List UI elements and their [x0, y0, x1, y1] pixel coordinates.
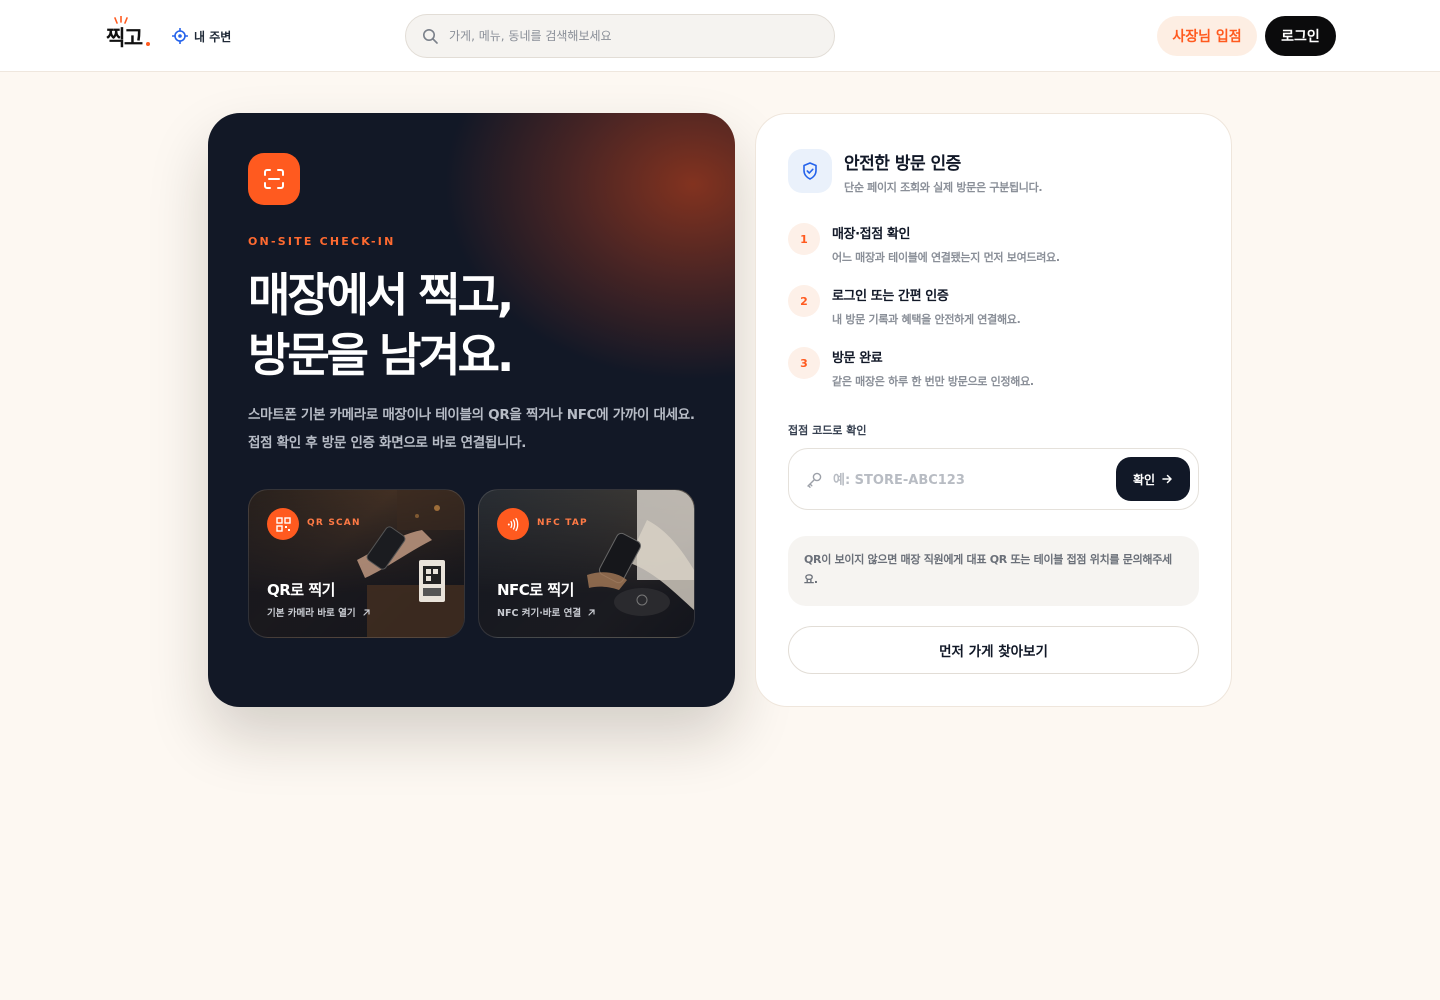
hero-title-line-1: 매장에서 찍고,	[248, 268, 514, 322]
step-description: 내 방문 기록과 혜택을 안전하게 연결해요.	[832, 313, 1021, 326]
step-title: 방문 완료	[832, 351, 883, 366]
nfc-tap-tag: NFC TAP	[537, 518, 588, 528]
login-button[interactable]: 로그인	[1265, 16, 1336, 56]
arrow-right-icon	[1162, 474, 1172, 484]
panel-subtitle: 단순 페이지 조회와 실제 방문은 구분됩니다.	[844, 181, 1043, 194]
nearby-location-button[interactable]: 내 주변	[172, 26, 231, 46]
nfc-tap-subtitle-text: NFC 켜기·바로 연결	[497, 608, 582, 619]
hero-description: 스마트폰 기본 카메라로 매장이나 테이블의 QR을 찍거나 NFC에 가까이 …	[248, 407, 695, 451]
qr-help-notice: QR이 보이지 않으면 매장 직원에게 대표 QR 또는 테이블 접점 위치를 …	[788, 536, 1199, 606]
shield-check-icon	[788, 149, 832, 193]
qr-scan-title: QR로 찍기	[267, 581, 335, 599]
scan-frame-icon	[248, 153, 300, 205]
step-description: 어느 매장과 테이블에 연결됐는지 먼저 보여드려요.	[832, 251, 1060, 264]
check-in-hero-card: ON-SITE CHECK-IN 매장에서 찍고, 방문을 남겨요. 스마트폰 …	[208, 113, 735, 707]
confirm-code-button[interactable]: 확인	[1116, 457, 1190, 501]
nfc-waves-icon	[497, 508, 529, 540]
store-code-input[interactable]	[833, 469, 1103, 491]
nfc-tap-card[interactable]: NFC TAP NFC로 찍기 NFC 켜기·바로 연결	[478, 489, 695, 638]
nfc-tap-subtitle: NFC 켜기·바로 연결	[497, 605, 596, 619]
step-item: 3 방문 완료 같은 매장은 하루 한 번만 방문으로 인정해요.	[788, 347, 1208, 399]
nfc-tap-title: NFC로 찍기	[497, 581, 574, 599]
qr-code-icon	[267, 508, 299, 540]
qr-scan-subtitle: 기본 카메라 바로 열기	[267, 605, 371, 619]
step-title: 매장·접점 확인	[832, 227, 911, 242]
verification-panel: 안전한 방문 인증 단순 페이지 조회와 실제 방문은 구분됩니다. 1 매장·…	[755, 113, 1232, 707]
panel-title: 안전한 방문 인증	[844, 154, 961, 174]
logo-dot	[146, 42, 150, 46]
crosshair-icon	[172, 28, 188, 44]
confirm-label: 확인	[1132, 472, 1156, 487]
logo-text: 찍고	[106, 26, 143, 50]
top-header: 찍고 내 주변 사장님 입점 로그인	[0, 0, 1440, 72]
code-field-label: 접점 코드로 확인	[788, 424, 867, 437]
search-icon	[423, 28, 438, 44]
code-input-group: 확인	[788, 448, 1199, 510]
hero-eyebrow: ON-SITE CHECK-IN	[248, 235, 396, 248]
search-bar[interactable]	[405, 14, 835, 58]
key-icon	[807, 472, 822, 488]
step-number: 1	[788, 223, 820, 255]
qr-scan-subtitle-text: 기본 카메라 바로 열기	[267, 608, 356, 619]
arrow-up-right-icon	[362, 608, 370, 616]
owner-signup-button[interactable]: 사장님 입점	[1157, 16, 1257, 56]
brand-logo[interactable]: 찍고	[106, 16, 150, 52]
step-item: 2 로그인 또는 간편 인증 내 방문 기록과 혜택을 안전하게 연결해요.	[788, 285, 1208, 337]
search-input[interactable]	[449, 29, 829, 43]
step-title: 로그인 또는 간편 인증	[832, 289, 949, 304]
browse-stores-button[interactable]: 먼저 가게 찾아보기	[788, 626, 1199, 674]
hero-title: 매장에서 찍고, 방문을 남겨요.	[248, 265, 688, 385]
step-number: 2	[788, 285, 820, 317]
hero-title-line-2: 방문을 남겨요.	[248, 328, 514, 382]
step-number: 3	[788, 347, 820, 379]
step-description: 같은 매장은 하루 한 번만 방문으로 인정해요.	[832, 375, 1034, 388]
qr-scan-tag: QR SCAN	[307, 518, 361, 528]
step-item: 1 매장·접점 확인 어느 매장과 테이블에 연결됐는지 먼저 보여드려요.	[788, 223, 1208, 275]
qr-scan-card[interactable]: QR SCAN QR로 찍기 기본 카메라 바로 열기	[248, 489, 465, 638]
arrow-up-right-icon	[588, 608, 595, 616]
nearby-label: 내 주변	[194, 29, 232, 44]
